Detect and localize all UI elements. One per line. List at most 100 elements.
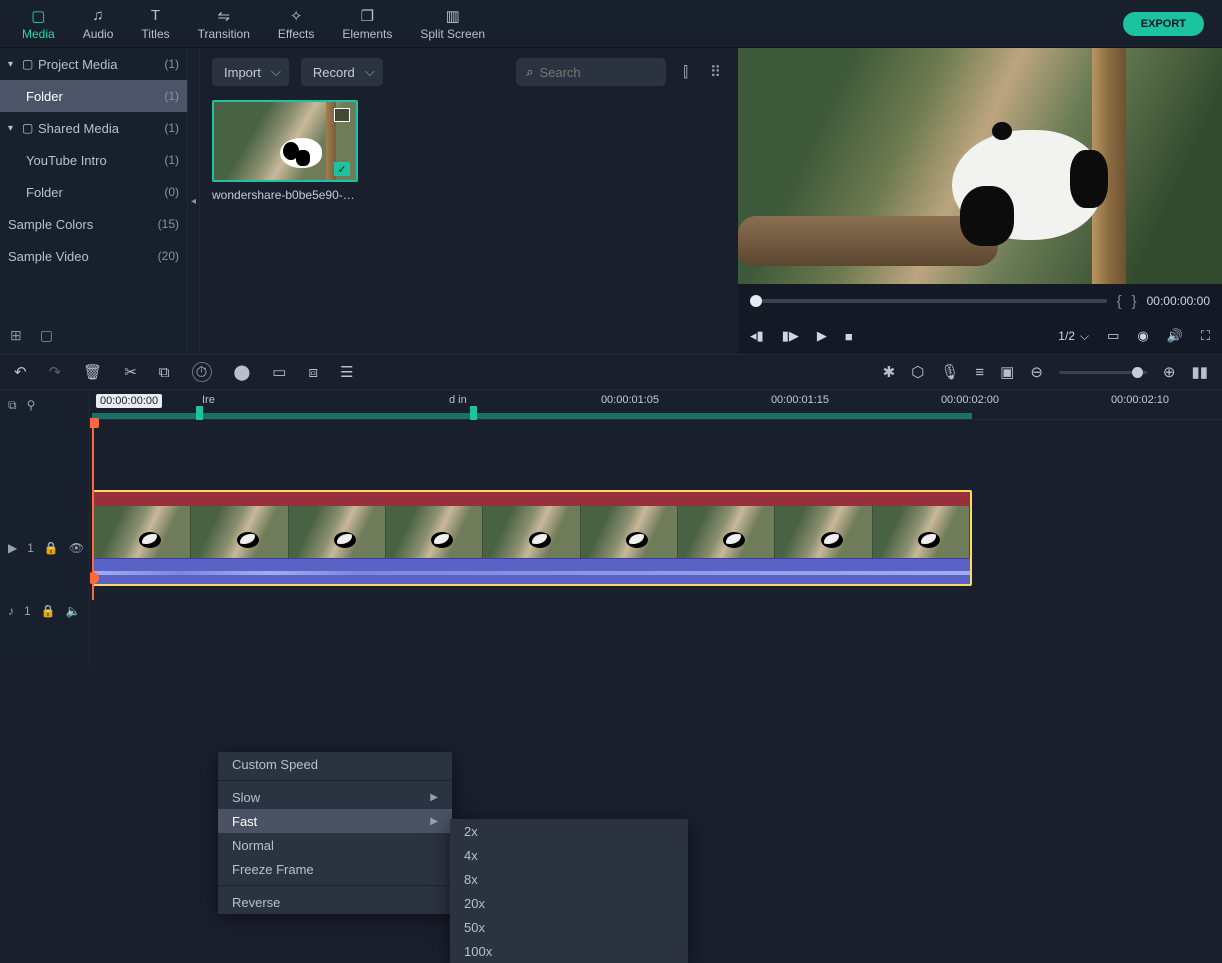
voiceover-icon[interactable]: 🎙 <box>940 363 959 381</box>
menu-fast-2x[interactable]: 2x <box>450 819 688 843</box>
shapes-icon: ❐ <box>361 7 374 25</box>
fast-submenu: 2x 4x 8x 20x 50x 100x <box>450 819 688 963</box>
display-icon[interactable]: ▭ <box>1107 328 1119 344</box>
new-folder-icon[interactable]: ⊞ <box>10 327 22 344</box>
menu-fast-8x[interactable]: 8x <box>450 867 688 891</box>
audio-mixer-icon[interactable]: ≡ <box>975 364 984 381</box>
crop-icon[interactable]: ⧉ <box>159 364 170 381</box>
tab-media[interactable]: ▢ Media <box>8 0 69 48</box>
sidebar-youtube-intro[interactable]: YouTube Intro (1) <box>0 144 187 176</box>
keyframe-icon[interactable]: ▣ <box>1000 363 1014 381</box>
tab-transition-label: Transition <box>198 27 250 41</box>
split-icon[interactable]: ✂ <box>124 363 137 381</box>
caret-down-icon: ▾ <box>8 59 22 70</box>
chevron-right-icon: ▶ <box>430 792 438 803</box>
sidebar-sample-colors[interactable]: Sample Colors (15) <box>0 208 187 240</box>
tab-media-label: Media <box>22 27 55 41</box>
menu-normal[interactable]: Normal <box>218 833 452 857</box>
zoom-knob[interactable] <box>1132 367 1143 378</box>
menu-fast-50x[interactable]: 50x <box>450 915 688 939</box>
sidebar-item-label: Sample Colors <box>8 217 158 232</box>
ruler-tick: 00:00:01:05 <box>601 394 659 406</box>
filter-icon[interactable]: ⫿ <box>678 64 693 81</box>
tab-effects[interactable]: ✧ Effects <box>264 0 328 48</box>
lock-icon[interactable]: 🔒 <box>44 541 59 555</box>
mute-icon[interactable]: 🔈 <box>66 604 81 618</box>
import-dropdown[interactable]: Import <box>212 58 289 86</box>
stop-button[interactable]: ■ <box>845 329 853 344</box>
volume-icon[interactable]: 🔊 <box>1167 328 1183 344</box>
menu-custom-speed[interactable]: Custom Speed <box>218 752 452 776</box>
magnet-icon[interactable]: ⚲ <box>27 398 36 412</box>
play-pause-button[interactable]: ▮▶ <box>782 328 799 344</box>
clip-waveform[interactable] <box>94 558 970 586</box>
menu-fast-4x[interactable]: 4x <box>450 843 688 867</box>
zoom-in-icon[interactable]: ⊕ <box>1163 363 1176 381</box>
menu-fast-20x[interactable]: 20x <box>450 891 688 915</box>
prev-frame-button[interactable]: ◂▮ <box>750 328 764 344</box>
scrub-knob[interactable] <box>750 295 762 307</box>
sidebar-item-label: YouTube Intro <box>26 153 164 168</box>
zoom-out-icon[interactable]: ⊖ <box>1030 363 1043 381</box>
sidebar-item-count: (20) <box>158 249 179 263</box>
media-clip[interactable]: ✓ wondershare-b0be5e90-4... <box>212 100 358 202</box>
delete-icon[interactable]: 🗑 <box>83 363 102 381</box>
tab-titles[interactable]: T Titles <box>127 0 183 48</box>
sidebar-shared-media[interactable]: ▾ ▢ Shared Media (1) <box>0 112 187 144</box>
timeline-ruler[interactable]: 00:00:00:00 Ire d in 00:00:01:05 00:00:0… <box>90 390 1222 420</box>
undo-icon[interactable]: ↶ <box>14 363 27 381</box>
preview-viewport[interactable] <box>738 48 1222 284</box>
tab-elements[interactable]: ❐ Elements <box>328 0 406 48</box>
link-toggle-icon[interactable]: ⧉ <box>8 398 17 413</box>
tab-audio[interactable]: ♫ Audio <box>69 0 128 48</box>
color-icon[interactable]: ⬤ <box>234 363 251 381</box>
ruler-tick: 00:00:02:00 <box>941 394 999 406</box>
audio-track-icon: ♪ <box>8 604 14 618</box>
dropdown-label: Import <box>224 65 261 80</box>
scrub-track[interactable] <box>750 299 1107 303</box>
sidebar-collapse-handle[interactable]: ◂ <box>188 48 200 354</box>
motion-track-icon[interactable]: ⧈ <box>308 364 318 381</box>
search-box[interactable]: ⌕ <box>516 58 666 86</box>
menu-item-label: Normal <box>232 838 274 853</box>
grid-view-icon[interactable]: ⠿ <box>705 63 726 81</box>
lock-icon[interactable]: 🔒 <box>41 604 56 618</box>
tab-split-label: Split Screen <box>420 27 485 41</box>
menu-slow[interactable]: Slow▶ <box>218 785 452 809</box>
play-button[interactable]: ▶ <box>817 328 827 344</box>
snapshot-icon[interactable]: ◉ <box>1137 328 1148 344</box>
menu-fast[interactable]: Fast▶ <box>218 809 452 833</box>
timeline-clip[interactable]: ▶wondershare-b0be5e90... <box>92 490 972 586</box>
playback-quality-dropdown[interactable]: 1/2 ⌵ <box>1058 329 1089 344</box>
menu-reverse[interactable]: Reverse <box>218 890 452 914</box>
visibility-icon[interactable]: 👁 <box>69 541 84 555</box>
tab-split-screen[interactable]: ▥ Split Screen <box>406 0 499 48</box>
open-folder-icon[interactable]: ▢ <box>40 327 53 344</box>
zoom-slider[interactable] <box>1059 371 1147 374</box>
music-icon: ♫ <box>92 7 103 25</box>
tab-transition[interactable]: ⇋ Transition <box>184 0 264 48</box>
fullscreen-icon[interactable]: ⛶ <box>1201 328 1210 344</box>
mark-out-icon[interactable]: } <box>1132 293 1137 310</box>
sidebar-folder-2[interactable]: Folder (0) <box>0 176 187 208</box>
menu-freeze-frame[interactable]: Freeze Frame <box>218 857 452 881</box>
export-button[interactable]: EXPORT <box>1123 12 1204 36</box>
mix-icon[interactable]: ✱ <box>883 363 896 381</box>
sidebar-folder[interactable]: Folder (1) <box>0 80 187 112</box>
marker-icon[interactable]: ⬡ <box>911 363 924 381</box>
adjust-icon[interactable]: ☰ <box>340 363 353 381</box>
sidebar-project-media[interactable]: ▾ ▢ Project Media (1) <box>0 48 187 80</box>
menu-fast-100x[interactable]: 100x <box>450 939 688 963</box>
sidebar-sample-video[interactable]: Sample Video (20) <box>0 240 187 272</box>
zoom-fit-icon[interactable]: ▮▮ <box>1191 363 1208 381</box>
redo-icon[interactable]: ↷ <box>49 363 62 381</box>
tab-audio-label: Audio <box>83 27 114 41</box>
clip-thumbnail[interactable]: ✓ <box>212 100 358 182</box>
menu-item-label: Freeze Frame <box>232 862 314 877</box>
record-dropdown[interactable]: Record <box>301 58 383 86</box>
search-input[interactable] <box>539 65 656 80</box>
playhead[interactable] <box>92 420 94 600</box>
mark-in-icon[interactable]: { <box>1117 293 1122 310</box>
speed-icon[interactable]: ⏱ <box>192 362 212 382</box>
green-screen-icon[interactable]: ▭ <box>272 363 286 381</box>
